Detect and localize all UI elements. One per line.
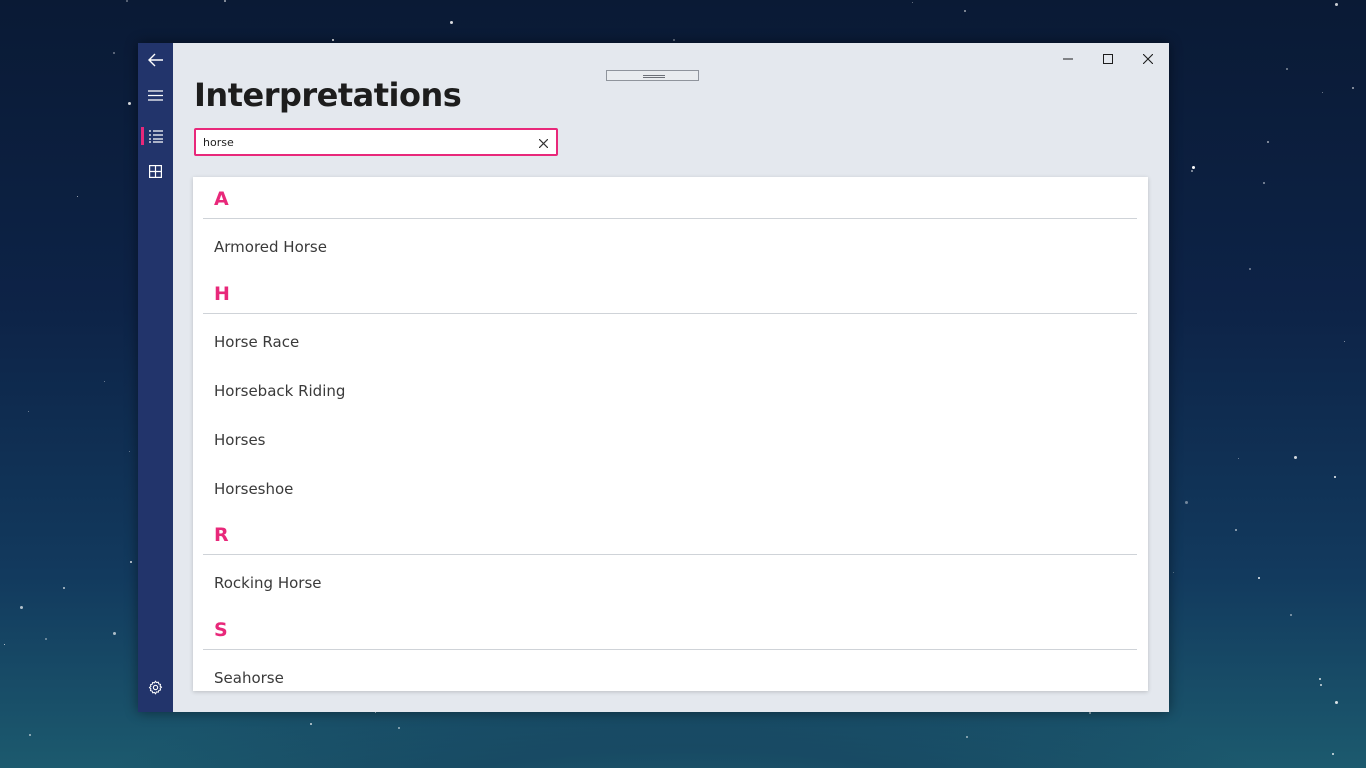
list-item-label: Rocking Horse — [214, 574, 322, 592]
list-item[interactable]: Horseshoe — [203, 467, 1137, 511]
results-list: A Armored Horse H Horse Race Horseback R… — [193, 177, 1148, 691]
search-box[interactable] — [194, 128, 558, 156]
nav-item-list[interactable] — [138, 119, 173, 153]
hamburger-menu-icon — [148, 89, 163, 101]
list-item[interactable]: Horses — [203, 418, 1137, 462]
group-header-letter: A — [214, 188, 229, 210]
list-item-label: Armored Horse — [214, 238, 327, 256]
group-header-s[interactable]: S — [203, 608, 1137, 650]
nav-item-grid[interactable] — [138, 154, 173, 188]
clear-search-button[interactable] — [536, 135, 550, 149]
list-item[interactable]: Horse Race — [203, 320, 1137, 364]
list-icon — [148, 129, 163, 143]
group-header-letter: R — [214, 524, 229, 546]
page-title: Interpretations — [194, 76, 462, 114]
gear-icon — [148, 680, 163, 695]
maximize-button[interactable] — [1088, 43, 1128, 73]
group-header-r[interactable]: R — [203, 513, 1137, 555]
maximize-icon — [1103, 49, 1113, 68]
back-button[interactable] — [138, 43, 173, 77]
list-item-label: Horse Race — [214, 333, 300, 351]
close-icon — [1142, 49, 1154, 68]
close-button[interactable] — [1128, 43, 1168, 73]
list-item[interactable]: Horseback Riding — [203, 369, 1137, 413]
list-item-label: Horses — [214, 431, 266, 449]
hamburger-menu-button[interactable] — [138, 78, 173, 112]
list-item-label: Seahorse — [214, 669, 284, 687]
group-header-letter: S — [214, 619, 228, 641]
settings-button[interactable] — [138, 670, 173, 704]
list-item[interactable]: Seahorse — [203, 656, 1137, 691]
minimize-button[interactable] — [1048, 43, 1088, 73]
drag-handle[interactable] — [606, 70, 699, 81]
group-header-a[interactable]: A — [203, 177, 1137, 219]
app-window: Interpretations A Armored Horse H Horse … — [138, 43, 1169, 712]
navigation-rail — [138, 43, 173, 712]
list-item[interactable]: Rocking Horse — [203, 561, 1137, 605]
list-item[interactable]: Armored Horse — [203, 225, 1137, 269]
minimize-icon — [1063, 49, 1073, 68]
search-input[interactable] — [203, 133, 523, 151]
grid-icon — [149, 164, 162, 178]
back-arrow-icon — [147, 53, 164, 67]
list-item-label: Horseback Riding — [214, 382, 346, 400]
close-icon — [538, 133, 548, 152]
main-content: Interpretations A Armored Horse H Horse … — [173, 43, 1169, 712]
group-header-h[interactable]: H — [203, 272, 1137, 314]
group-header-letter: H — [214, 283, 230, 305]
list-item-label: Horseshoe — [214, 480, 294, 498]
